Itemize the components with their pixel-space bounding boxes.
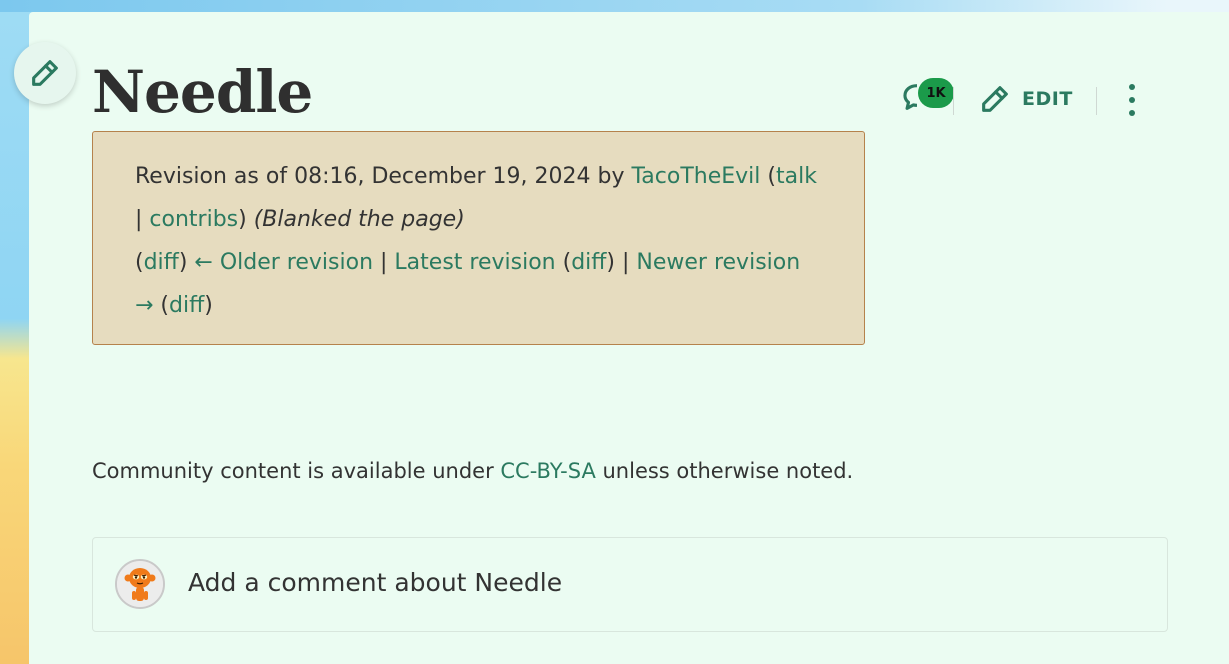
edit-button[interactable]: EDIT bbox=[978, 82, 1073, 116]
license-notice: Community content is available under CC-… bbox=[92, 456, 853, 486]
pipe: | bbox=[135, 207, 150, 232]
revision-info-box: Revision as of 08:16, December 19, 2024 … bbox=[92, 131, 865, 345]
kebab-dot-icon bbox=[1129, 97, 1135, 103]
pencil-icon bbox=[32, 60, 58, 86]
edit-summary: (Blanked the page) bbox=[253, 207, 465, 232]
license-link[interactable]: CC-BY-SA bbox=[500, 459, 595, 483]
avatar bbox=[115, 559, 165, 609]
pipe: | bbox=[373, 250, 395, 275]
separator bbox=[1096, 87, 1097, 115]
license-text: Community content is available under bbox=[92, 459, 501, 483]
paren: ) bbox=[238, 207, 254, 232]
talk-count-badge: 1K bbox=[918, 78, 954, 108]
talk-link[interactable]: talk bbox=[776, 164, 817, 189]
paren: ( bbox=[153, 293, 170, 318]
talk-button[interactable]: 1K bbox=[900, 78, 954, 120]
pencil-icon bbox=[982, 86, 1008, 112]
older-revision-link[interactable]: ← Older revision bbox=[194, 250, 373, 275]
user-link[interactable]: TacoTheEvil bbox=[631, 164, 760, 189]
page-title: Needle bbox=[92, 58, 313, 126]
background-sky bbox=[0, 0, 1229, 12]
paren: ( bbox=[760, 164, 776, 189]
pipe: ) | bbox=[606, 250, 637, 275]
more-options-button[interactable] bbox=[1122, 84, 1142, 116]
diff-link[interactable]: diff bbox=[169, 293, 204, 318]
revision-prefix: Revision as of 08:16, December 19, 2024 … bbox=[135, 164, 632, 189]
paren: ( bbox=[135, 250, 144, 275]
diff-link[interactable]: diff bbox=[571, 250, 606, 275]
paren: ) bbox=[204, 293, 213, 318]
paren: ( bbox=[555, 250, 572, 275]
diff-link[interactable]: diff bbox=[144, 250, 179, 275]
edit-label: EDIT bbox=[1022, 88, 1073, 110]
comment-placeholder: Add a comment about Needle bbox=[188, 568, 563, 597]
kebab-dot-icon bbox=[1129, 84, 1135, 90]
kebab-dot-icon bbox=[1129, 110, 1135, 116]
page-actions: 1K EDIT bbox=[900, 70, 1160, 130]
license-text: unless otherwise noted. bbox=[595, 459, 854, 483]
floating-edit-button[interactable] bbox=[14, 42, 76, 104]
paren: ) bbox=[178, 250, 195, 275]
user-avatar-icon bbox=[117, 561, 163, 607]
latest-revision-link[interactable]: Latest revision bbox=[394, 250, 555, 275]
separator bbox=[953, 87, 954, 115]
contribs-link[interactable]: contribs bbox=[149, 207, 238, 232]
add-comment-box[interactable]: Add a comment about Needle bbox=[92, 537, 1168, 632]
